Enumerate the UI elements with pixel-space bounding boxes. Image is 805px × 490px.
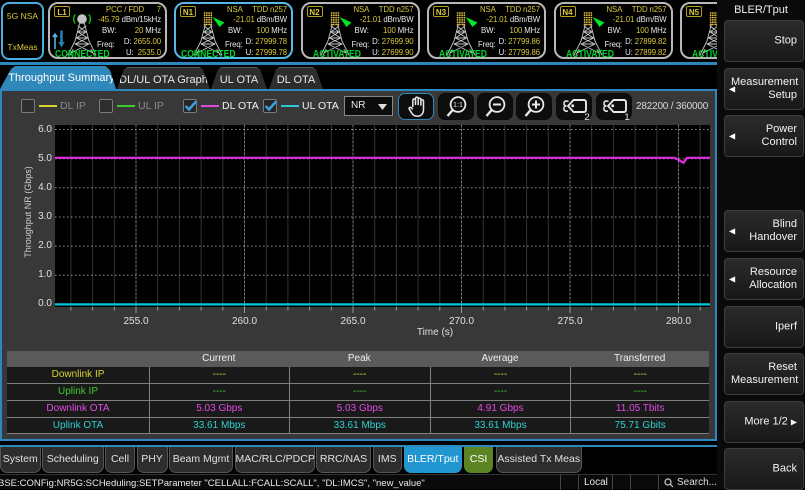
svg-text:1:1: 1:1 [453, 100, 463, 109]
svg-text:1: 1 [624, 112, 629, 121]
svg-text:2: 2 [584, 112, 589, 121]
